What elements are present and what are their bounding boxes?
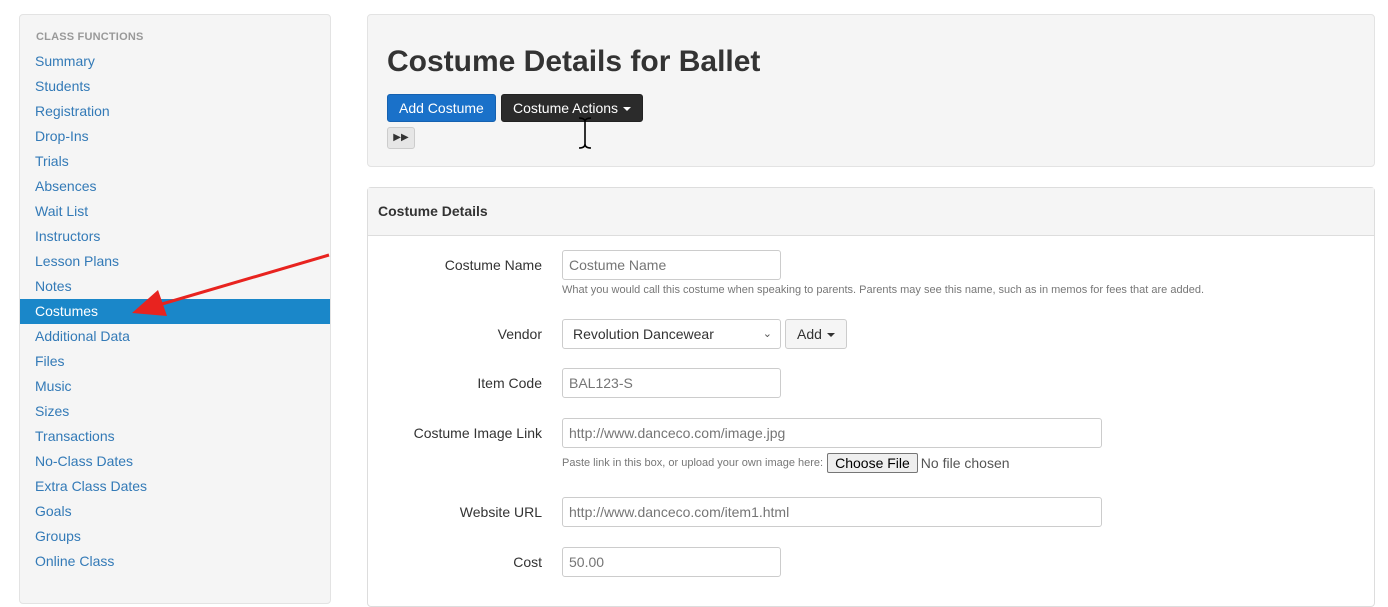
header-card: Costume Details for Ballet Add Costume C… [367,14,1375,167]
sidebar-item-transactions[interactable]: Transactions [20,424,330,449]
panel-heading: Costume Details [368,188,1374,236]
image-upload-row: Paste link in this box, or upload your o… [562,453,1010,473]
sidebar-item-additional-data[interactable]: Additional Data [20,324,330,349]
sidebar-item-summary[interactable]: Summary [20,49,330,74]
image-link-help: Paste link in this box, or upload your o… [562,456,824,469]
website-url-label: Website URL [459,504,542,520]
chevron-down-icon: ⌄ [762,328,772,340]
page-title: Costume Details for Ballet [387,45,761,78]
website-url-input[interactable] [562,497,1102,527]
sidebar-item-trials[interactable]: Trials [20,149,330,174]
caret-down-icon [826,333,835,338]
vendor-label: Vendor [497,326,542,342]
sidebar-item-lesson-plans[interactable]: Lesson Plans [20,249,330,274]
add-vendor-button[interactable]: Add [785,319,847,349]
fast-forward-icon: ▶▶ [393,132,409,143]
fast-forward-button[interactable]: ▶▶ [387,127,415,149]
text-cursor-icon [578,117,592,149]
sidebar-item-absences[interactable]: Absences [20,174,330,199]
cost-label: Cost [513,554,542,570]
file-status: No file chosen [920,455,1010,471]
costume-details-panel: Costume Details Costume Name What you wo… [367,187,1375,607]
costume-name-input[interactable] [562,250,781,280]
image-link-input[interactable] [562,418,1102,448]
cost-input[interactable] [562,547,781,577]
sidebar-item-drop-ins[interactable]: Drop-Ins [20,124,330,149]
costume-actions-button[interactable]: Costume Actions [501,94,644,122]
sidebar-item-no-class-dates[interactable]: No-Class Dates [20,449,330,474]
choose-file-button[interactable]: Choose File [827,453,918,473]
item-code-input[interactable] [562,368,781,398]
sidebar-item-students[interactable]: Students [20,74,330,99]
add-costume-button[interactable]: Add Costume [387,94,496,122]
add-costume-label: Add Costume [399,100,484,116]
sidebar-item-extra-class-dates[interactable]: Extra Class Dates [20,474,330,499]
sidebar-nav: Summary Students Registration Drop-Ins T… [20,49,330,574]
sidebar-item-notes[interactable]: Notes [20,274,330,299]
sidebar-item-sizes[interactable]: Sizes [20,399,330,424]
item-code-label: Item Code [477,375,542,391]
vendor-select[interactable]: Revolution Dancewear ⌄ [562,319,781,349]
sidebar-item-groups[interactable]: Groups [20,524,330,549]
sidebar-item-music[interactable]: Music [20,374,330,399]
costume-actions-label: Costume Actions [513,100,619,116]
image-link-label: Costume Image Link [413,425,542,441]
sidebar-item-wait-list[interactable]: Wait List [20,199,330,224]
class-functions-sidebar: CLASS FUNCTIONS Summary Students Registr… [19,14,331,604]
sidebar-item-costumes[interactable]: Costumes [20,299,330,324]
sidebar-item-registration[interactable]: Registration [20,99,330,124]
sidebar-header: CLASS FUNCTIONS [36,31,144,43]
costume-name-help: What you would call this costume when sp… [562,284,1204,296]
sidebar-item-online-class[interactable]: Online Class [20,549,330,574]
sidebar-item-files[interactable]: Files [20,349,330,374]
sidebar-item-instructors[interactable]: Instructors [20,224,330,249]
caret-down-icon [623,107,632,112]
costume-name-label: Costume Name [444,257,542,273]
add-vendor-label: Add [797,326,822,342]
vendor-selected-value: Revolution Dancewear [573,326,714,342]
sidebar-item-goals[interactable]: Goals [20,499,330,524]
